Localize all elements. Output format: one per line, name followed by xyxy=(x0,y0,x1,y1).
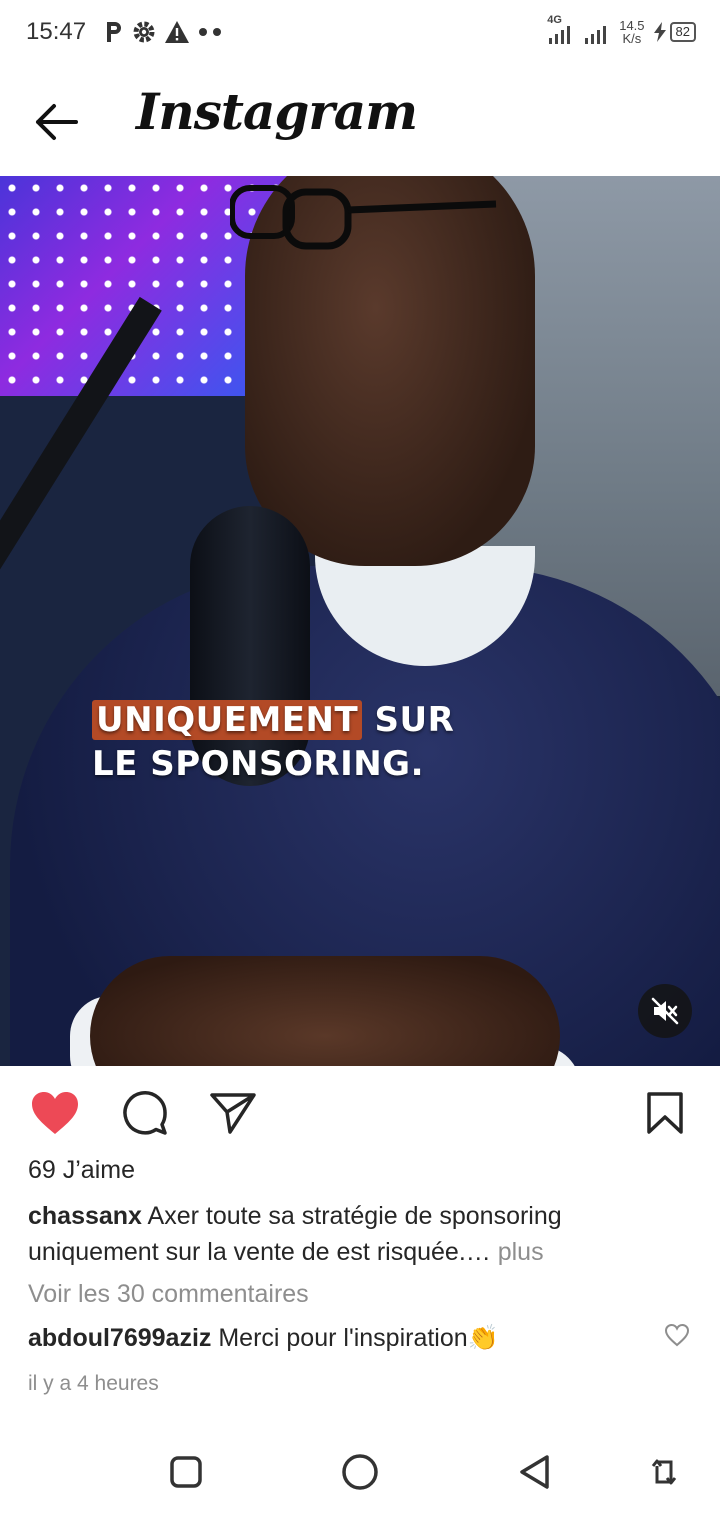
battery-level: 82 xyxy=(669,22,696,42)
charging-bolt-icon xyxy=(653,22,666,42)
caption-more-link[interactable]: plus xyxy=(498,1238,544,1266)
share-button[interactable] xyxy=(208,1088,258,1138)
comment-row: abdoul7699aziz Merci pour l'inspiration👏 xyxy=(28,1320,648,1356)
action-bar xyxy=(0,1066,720,1156)
status-bar: 15:47 4G 14.5 K/s 82 xyxy=(0,0,720,64)
more-dots-icon xyxy=(199,28,221,36)
like-button[interactable] xyxy=(30,1088,80,1138)
back-triangle-icon xyxy=(520,1455,549,1489)
glasses-shape xyxy=(230,185,497,250)
battery: 82 xyxy=(653,22,696,42)
system-nav-bar xyxy=(0,1424,720,1520)
parking-icon xyxy=(107,22,121,42)
caption-highlight: UNIQUEMENT xyxy=(92,700,363,740)
post-caption: chassanx Axer toute sa stratégie de spon… xyxy=(28,1198,668,1270)
gear-icon xyxy=(133,21,155,43)
comment-icon xyxy=(123,1091,167,1135)
signal-4g-icon: 4G xyxy=(547,14,575,46)
person-hands xyxy=(90,956,560,1066)
caption-line1-rest: SUR xyxy=(362,700,455,740)
net-speed-unit: K/s xyxy=(622,31,642,46)
send-icon xyxy=(210,1093,256,1134)
comment-text: Merci pour l'inspiration👏 xyxy=(211,1324,499,1352)
back-button[interactable] xyxy=(28,94,84,150)
rotate-icon xyxy=(651,1459,677,1485)
recents-button[interactable] xyxy=(162,1448,210,1496)
comment-button[interactable] xyxy=(120,1088,170,1138)
bookmark-button[interactable] xyxy=(640,1088,690,1138)
rotate-button[interactable] xyxy=(640,1448,688,1496)
status-right: 4G 14.5 K/s 82 xyxy=(547,14,696,50)
video-caption-overlay: UNIQUEMENT SUR LE SPONSORING. xyxy=(92,698,454,786)
heart-filled-icon xyxy=(32,1092,78,1134)
net-speed: 14.5 K/s xyxy=(619,19,644,45)
home-circle-icon xyxy=(342,1454,378,1490)
comment-username[interactable]: abdoul7699aziz xyxy=(28,1324,211,1352)
post-video[interactable]: UNIQUEMENT SUR LE SPONSORING. xyxy=(0,176,720,1066)
home-button[interactable] xyxy=(336,1448,384,1496)
post-timestamp: il y a 4 heures xyxy=(28,1372,159,1395)
warning-icon xyxy=(165,21,189,43)
volume-muted-icon xyxy=(651,997,679,1025)
recents-square-icon xyxy=(170,1456,202,1488)
caption-username[interactable]: chassanx xyxy=(28,1202,142,1230)
likes-count[interactable]: 69 J’aime xyxy=(28,1156,135,1185)
status-icons-left xyxy=(104,18,224,46)
arrow-left-icon xyxy=(36,104,78,140)
bookmark-icon xyxy=(647,1092,683,1134)
status-time: 15:47 xyxy=(26,18,87,45)
caption-line2: LE SPONSORING. xyxy=(92,744,424,784)
mute-button[interactable] xyxy=(638,984,692,1038)
comment-like-button[interactable] xyxy=(662,1320,692,1350)
view-comments-link[interactable]: Voir les 30 commentaires xyxy=(28,1280,309,1309)
heart-outline-icon xyxy=(664,1323,690,1347)
back-nav-button[interactable] xyxy=(510,1448,558,1496)
top-bar: Instagram xyxy=(0,64,720,176)
signal-icon xyxy=(585,26,607,44)
instagram-logo-text: Instagram xyxy=(136,82,418,141)
